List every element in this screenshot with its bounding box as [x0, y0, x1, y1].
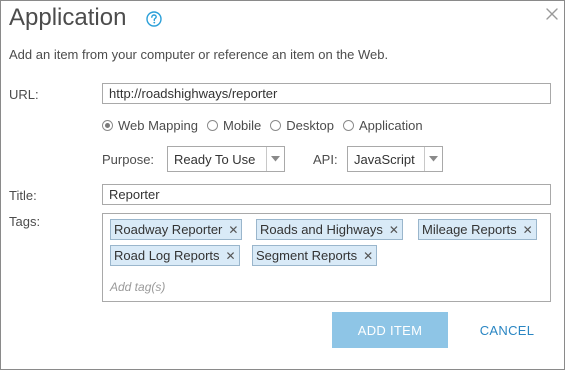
title-label: Title:	[9, 188, 37, 203]
tags-input-box[interactable]: Roadway Reporter ✕ Roads and Highways ✕ …	[102, 213, 551, 302]
question-circle-icon[interactable]	[146, 11, 162, 27]
radio-web-mapping[interactable]: Web Mapping	[102, 118, 198, 133]
radio-unchecked-icon[interactable]	[270, 120, 282, 131]
cancel-button[interactable]: CANCEL	[471, 312, 543, 348]
radio-label: Web Mapping	[118, 118, 198, 133]
radio-application[interactable]: Application	[342, 118, 423, 133]
radio-unchecked-icon[interactable]	[342, 120, 354, 131]
tag-chip: Segment Reports ✕	[252, 245, 378, 266]
purpose-select-value: Ready To Use	[174, 151, 256, 167]
api-label: API:	[313, 152, 338, 167]
tag-label: Road Log Reports	[114, 248, 220, 263]
tag-chip: Roadway Reporter ✕	[110, 219, 243, 240]
url-input[interactable]	[102, 83, 551, 104]
close-icon[interactable]	[545, 7, 559, 21]
tag-chip: Roads and Highways ✕	[256, 219, 403, 240]
radio-label: Mobile	[222, 118, 262, 133]
purpose-select[interactable]: Ready To Use	[167, 146, 285, 172]
url-label: URL:	[9, 87, 39, 102]
tag-chip: Road Log Reports ✕	[110, 245, 240, 266]
chevron-down-icon[interactable]	[266, 147, 284, 171]
title-input[interactable]	[102, 184, 551, 205]
dialog-title: Application	[9, 4, 127, 31]
remove-tag-icon[interactable]: ✕	[389, 223, 399, 237]
tag-chip: Mileage Reports ✕	[418, 219, 537, 240]
purpose-label: Purpose:	[102, 152, 155, 167]
remove-tag-icon[interactable]: ✕	[228, 223, 238, 237]
add-tags-input[interactable]: Add tag(s)	[110, 280, 165, 294]
radio-label: Application	[358, 118, 423, 133]
item-type-radio-group: Web Mapping Mobile Desktop Application	[102, 118, 432, 133]
add-item-button[interactable]: ADD ITEM	[332, 312, 448, 348]
add-application-dialog: Application Add an item from your comput…	[0, 0, 565, 370]
radio-checked-icon[interactable]	[102, 120, 113, 131]
radio-desktop[interactable]: Desktop	[270, 118, 334, 133]
tag-label: Roadway Reporter	[114, 222, 223, 237]
remove-tag-icon[interactable]: ✕	[226, 249, 236, 263]
api-select-value: JavaScript	[354, 151, 415, 167]
remove-tag-icon[interactable]: ✕	[363, 249, 373, 263]
radio-mobile[interactable]: Mobile	[206, 118, 262, 133]
tag-label: Segment Reports	[256, 248, 358, 263]
dialog-subtitle: Add an item from your computer or refere…	[9, 47, 389, 62]
remove-tag-icon[interactable]: ✕	[523, 223, 533, 237]
radio-unchecked-icon[interactable]	[206, 120, 218, 131]
tag-label: Mileage Reports	[422, 222, 517, 237]
tag-label: Roads and Highways	[260, 222, 383, 237]
api-select[interactable]: JavaScript	[347, 146, 443, 172]
chevron-down-icon[interactable]	[424, 147, 442, 171]
tags-label: Tags:	[9, 214, 41, 229]
radio-label: Desktop	[286, 118, 334, 133]
